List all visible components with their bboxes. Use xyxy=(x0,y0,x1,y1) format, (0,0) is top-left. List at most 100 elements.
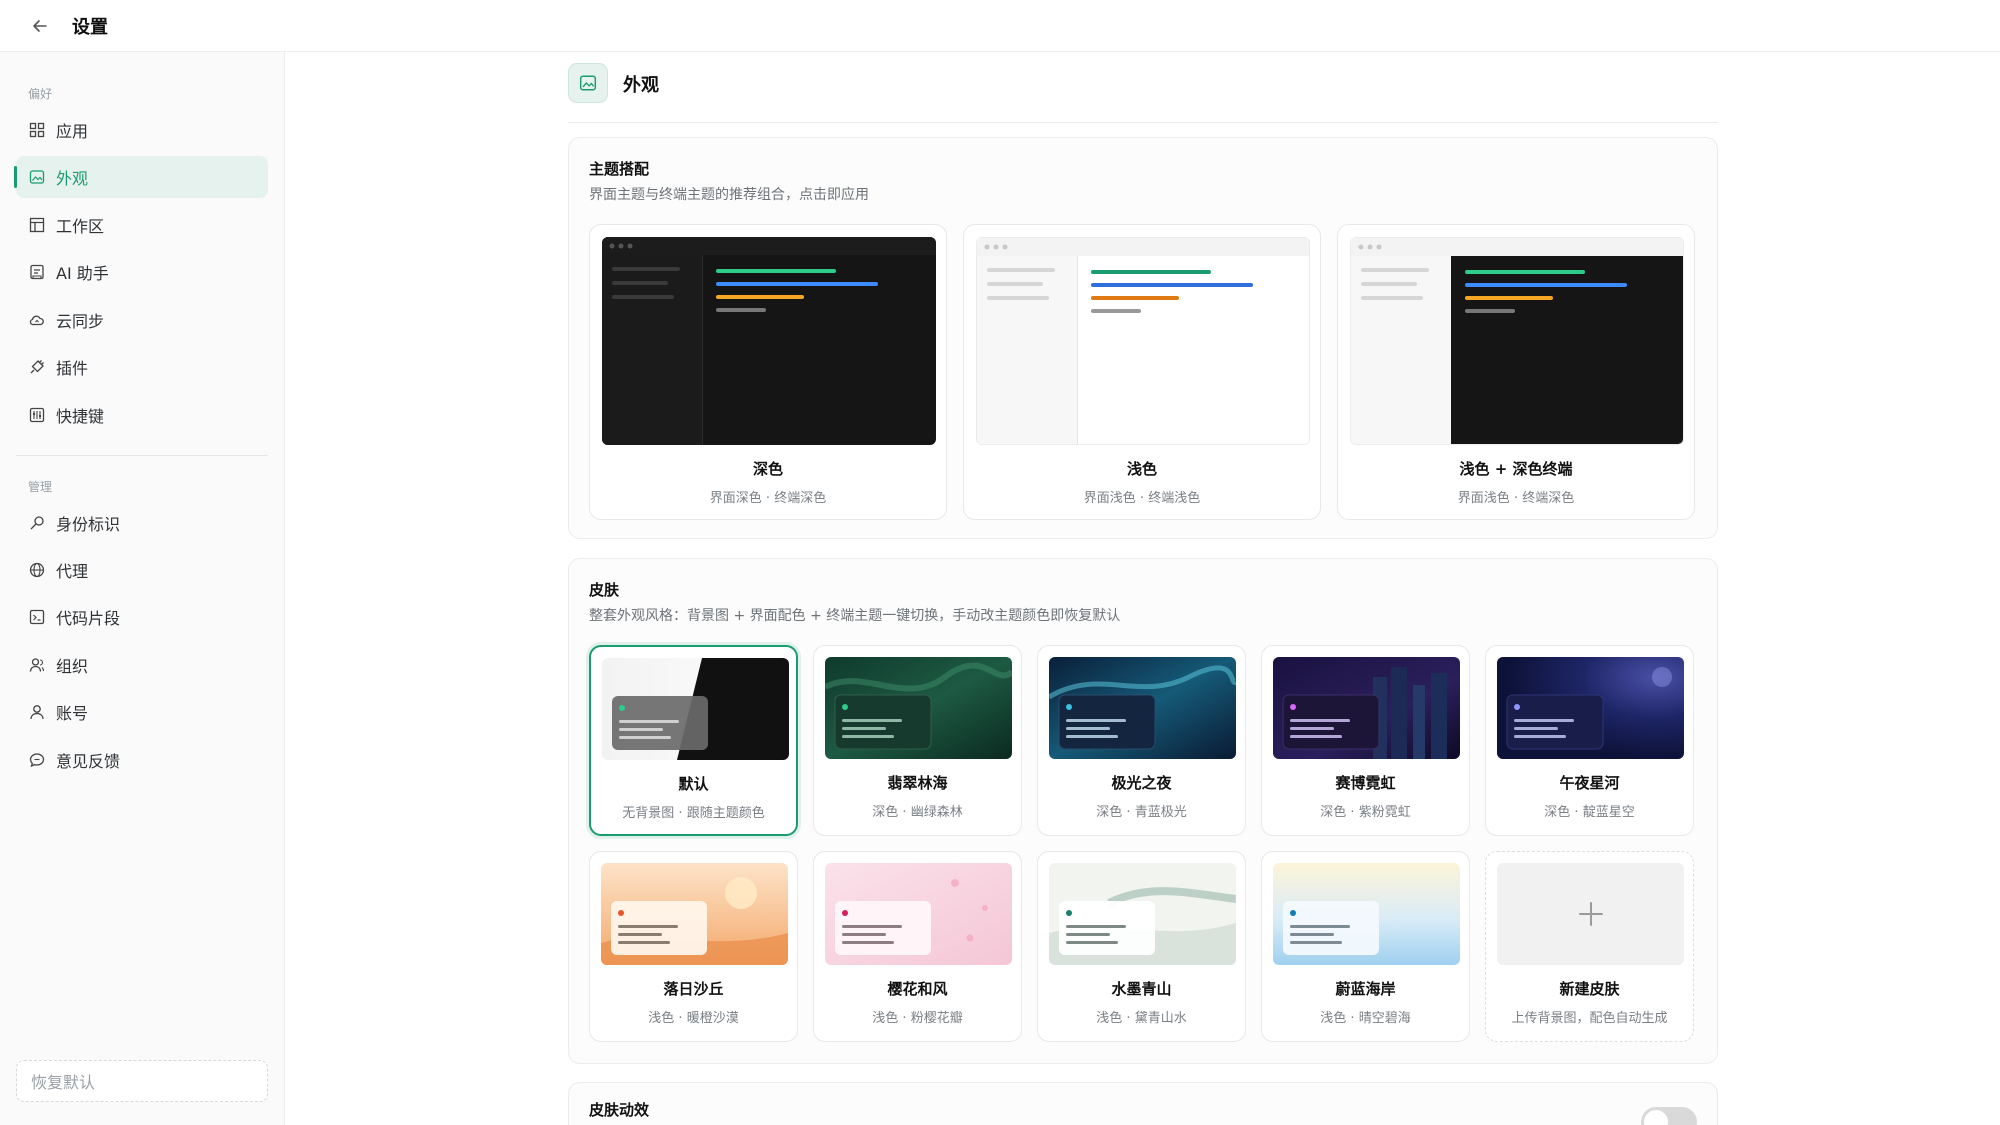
sidebar-item-identity[interactable]: 身份标识 xyxy=(16,502,268,544)
sidebar-item-feedback[interactable]: 意见反馈 xyxy=(16,739,268,781)
sidebar-item-organization[interactable]: 组织 xyxy=(16,644,268,686)
new-skin-card[interactable]: 新建皮肤 上传背景图，配色自动生成 xyxy=(1485,851,1694,1042)
sidebar-item-ai-assistant[interactable]: AI 助手 xyxy=(16,251,268,293)
sidebar-item-label: 快捷键 xyxy=(56,407,105,426)
sidebar-item-proxy[interactable]: 代理 xyxy=(16,549,268,591)
sidebar-item-workspace[interactable]: 工作区 xyxy=(16,204,268,246)
sidebar-item-cloud-sync[interactable]: 云同步 xyxy=(16,299,268,341)
skin-name: 赛博霓虹 xyxy=(1335,774,1396,792)
skin-name: 新建皮肤 xyxy=(1559,980,1620,998)
theme-combo-panel: 主题搭配 界面主题与终端主题的推荐组合，点击即应用 深色 界面深色 · 终端深色 xyxy=(568,137,1718,539)
sidebar-item-appearance[interactable]: 外观 xyxy=(14,156,268,198)
skin-preview-emerald-forest xyxy=(825,657,1012,759)
sidebar-item-account[interactable]: 账号 xyxy=(16,691,268,733)
sidebar-item-label: 意见反馈 xyxy=(56,752,121,771)
sidebar-item-label: 插件 xyxy=(56,359,89,378)
panel-description: 整套外观风格：背景图 + 界面配色 + 终端主题一键切换，手动改主题颜色即恢复默… xyxy=(589,608,1121,624)
skin-preview-aurora-night xyxy=(1049,657,1236,759)
skin-preview-midnight-galaxy xyxy=(1497,657,1684,759)
skin-preview-sunset-dunes xyxy=(601,863,788,965)
skin-subtitle: 深色 · 紫粉霓虹 xyxy=(1320,805,1411,820)
skin-name: 落日沙丘 xyxy=(663,980,724,998)
top-bar: 设置 xyxy=(0,0,2000,52)
skin-subtitle: 深色 · 幽绿森林 xyxy=(872,805,963,820)
skin-card-ink-mountains[interactable]: 水墨青山 浅色 · 黛青山水 xyxy=(1037,851,1246,1042)
theme-subtitle: 界面深色 · 终端深色 xyxy=(709,491,827,506)
skin-effects-panel: 皮肤动效 xyxy=(568,1082,1718,1125)
skin-name: 水墨青山 xyxy=(1111,980,1172,998)
skin-card-sunset-dunes[interactable]: 落日沙丘 浅色 · 暖橙沙漠 xyxy=(589,851,798,1042)
theme-card-light[interactable]: 浅色 界面浅色 · 终端浅色 xyxy=(963,224,1321,520)
new-skin-preview xyxy=(1497,863,1684,965)
sidebar-item-label: 云同步 xyxy=(56,312,105,331)
reset-default-button[interactable]: 恢复默认 xyxy=(16,1060,268,1102)
skin-card-cyber-neon[interactable]: 赛博霓虹 深色 · 紫粉霓虹 xyxy=(1261,645,1470,836)
theme-preview-dark xyxy=(602,237,936,445)
skin-effects-toggle[interactable] xyxy=(1641,1107,1697,1125)
skin-name: 蔚蓝海岸 xyxy=(1335,980,1396,998)
skin-card-aurora-night[interactable]: 极光之夜 深色 · 青蓝极光 xyxy=(1037,645,1246,836)
theme-subtitle: 界面浅色 · 终端浅色 xyxy=(1083,491,1201,506)
back-button[interactable] xyxy=(28,14,52,38)
skin-subtitle: 浅色 · 黛青山水 xyxy=(1096,1011,1187,1026)
image-icon xyxy=(568,63,608,103)
sidebar-item-label: 账号 xyxy=(56,704,89,723)
sidebar-item-label: 组织 xyxy=(56,657,89,676)
sidebar-item-label: 代理 xyxy=(56,562,89,581)
skin-card-sakura-breeze[interactable]: 樱花和风 浅色 · 粉樱花瓣 xyxy=(813,851,1022,1042)
ai-icon xyxy=(28,263,46,281)
key-icon xyxy=(28,514,46,532)
cloud-sync-icon xyxy=(28,311,46,329)
skin-card-midnight-galaxy[interactable]: 午夜星河 深色 · 靛蓝星空 xyxy=(1485,645,1694,836)
keyboard-icon xyxy=(28,406,46,424)
theme-card-dark[interactable]: 深色 界面深色 · 终端深色 xyxy=(589,224,947,520)
skin-name: 翡翠林海 xyxy=(887,774,948,792)
theme-card-light-dark-terminal[interactable]: 浅色 + 深色终端 界面浅色 · 终端深色 xyxy=(1337,224,1695,520)
toggle-knob xyxy=(1644,1110,1668,1125)
theme-preview-light xyxy=(976,237,1310,445)
panel-title: 主题搭配 xyxy=(589,160,650,178)
sidebar-item-label: 代码片段 xyxy=(56,609,121,628)
skin-subtitle: 浅色 · 晴空碧海 xyxy=(1320,1011,1411,1026)
feedback-icon xyxy=(28,751,46,769)
skin-preview-ink-mountains xyxy=(1049,863,1236,965)
sidebar-item-label: 应用 xyxy=(56,122,89,141)
skin-card-emerald-forest[interactable]: 翡翠林海 深色 · 幽绿森林 xyxy=(813,645,1022,836)
skin-card-default[interactable]: 默认 无背景图 · 跟随主题颜色 xyxy=(589,645,798,836)
section-header: 外观 xyxy=(568,63,1718,123)
plus-icon xyxy=(1578,902,1603,926)
sidebar-item-label: 身份标识 xyxy=(56,515,121,534)
panel-description: 界面主题与终端主题的推荐组合，点击即应用 xyxy=(589,187,869,203)
skin-preview-default xyxy=(602,658,789,760)
image-icon xyxy=(28,168,46,186)
skin-subtitle: 无背景图 · 跟随主题颜色 xyxy=(622,806,765,821)
sidebar-item-shortcuts[interactable]: 快捷键 xyxy=(16,394,268,436)
skin-name: 樱花和风 xyxy=(887,980,948,998)
section-title: 外观 xyxy=(623,75,659,96)
skin-subtitle: 上传背景图，配色自动生成 xyxy=(1511,1011,1668,1026)
theme-subtitle: 界面浅色 · 终端深色 xyxy=(1457,491,1575,506)
skin-subtitle: 浅色 · 粉樱花瓣 xyxy=(872,1011,963,1026)
sidebar-group-management: 管理 xyxy=(28,480,53,494)
sidebar-item-label: 工作区 xyxy=(56,217,105,236)
sidebar-item-plugins[interactable]: 插件 xyxy=(16,346,268,388)
sidebar-item-app[interactable]: 应用 xyxy=(16,109,268,151)
skin-preview-cyber-neon xyxy=(1273,657,1460,759)
sidebar-divider xyxy=(16,455,268,456)
sidebar-group-preferences: 偏好 xyxy=(28,87,53,101)
team-icon xyxy=(28,656,46,674)
arrow-left-icon xyxy=(33,20,47,32)
sidebar-item-label: 外观 xyxy=(56,169,89,188)
sidebar-item-label: AI 助手 xyxy=(56,264,109,283)
sidebar-item-snippets[interactable]: 代码片段 xyxy=(16,596,268,638)
skin-card-azure-coast[interactable]: 蔚蓝海岸 浅色 · 晴空碧海 xyxy=(1261,851,1470,1042)
panel-title: 皮肤 xyxy=(589,581,620,599)
skin-name: 午夜星河 xyxy=(1559,774,1620,792)
skin-subtitle: 深色 · 青蓝极光 xyxy=(1096,805,1187,820)
skin-panel: 皮肤 整套外观风格：背景图 + 界面配色 + 终端主题一键切换，手动改主题颜色即… xyxy=(568,558,1718,1064)
skin-name: 默认 xyxy=(678,775,709,793)
theme-name: 浅色 + 深色终端 xyxy=(1459,460,1573,478)
theme-preview-mixed xyxy=(1350,237,1684,445)
grid-icon xyxy=(28,121,46,139)
user-icon xyxy=(28,703,46,721)
